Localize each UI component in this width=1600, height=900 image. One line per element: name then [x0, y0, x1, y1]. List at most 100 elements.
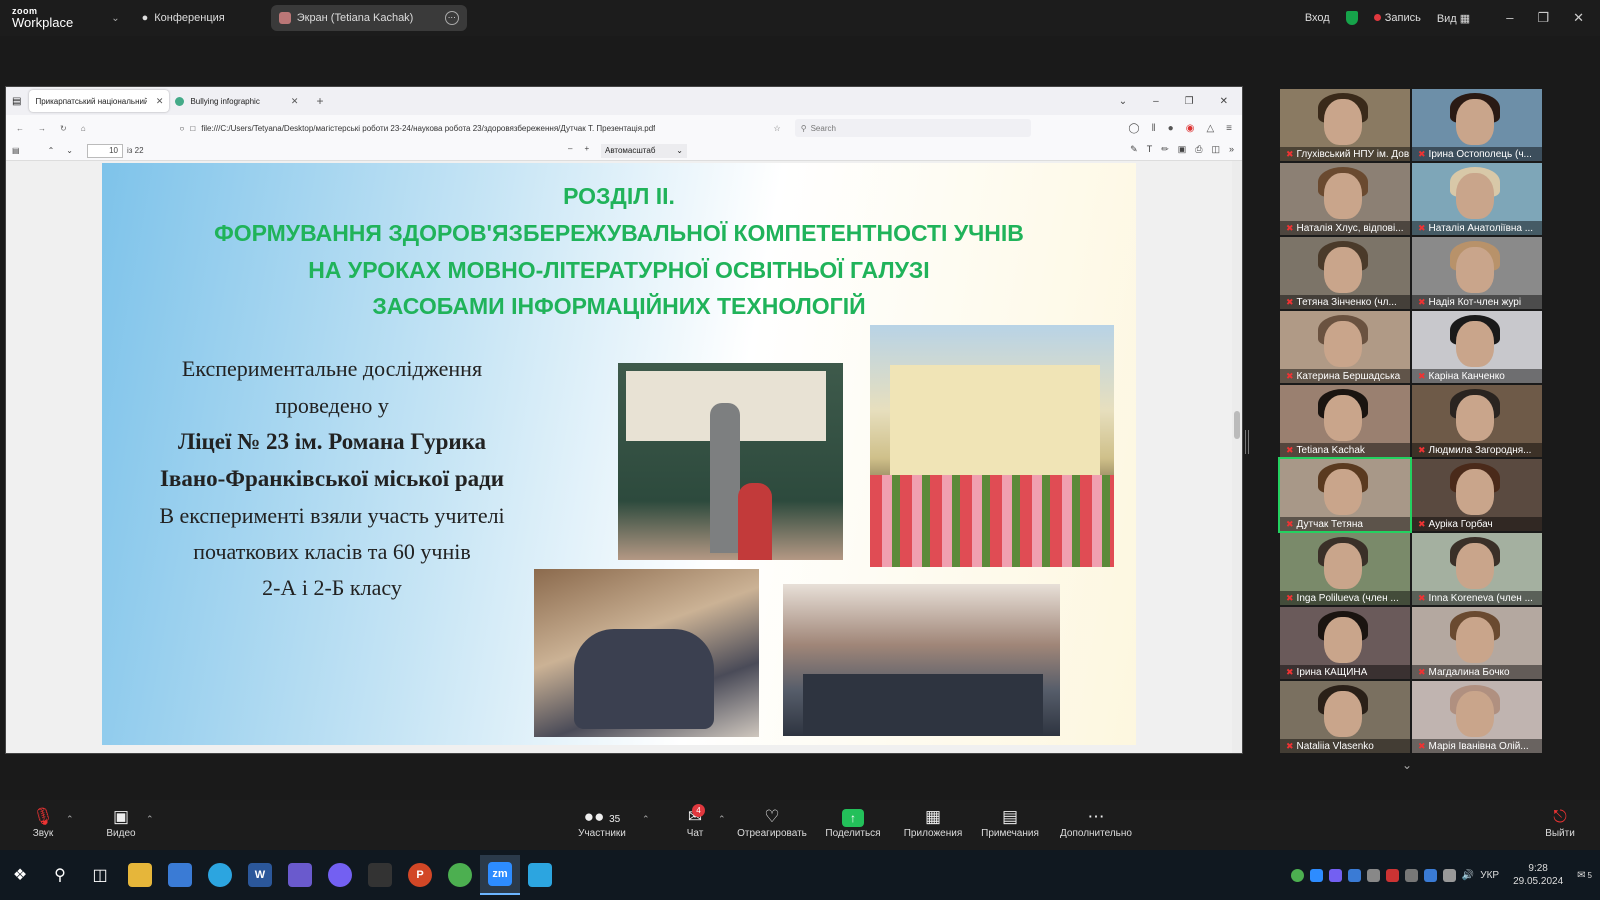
- share-screen-button[interactable]: ↑ Поделиться: [824, 806, 882, 839]
- back-icon[interactable]: ←: [16, 124, 24, 133]
- menu-icon[interactable]: ≡: [1226, 123, 1232, 134]
- tab-overflow-icon[interactable]: ⌄: [1119, 96, 1127, 107]
- participant-tile[interactable]: ✖ Катерина Бершадська: [1280, 311, 1410, 383]
- network-tray-icon[interactable]: [1404, 868, 1418, 882]
- notifications-icon[interactable]: ✉ 5: [1577, 870, 1592, 881]
- participant-tile[interactable]: ✖ Inga Polilueva (член ...: [1280, 533, 1410, 605]
- participant-tile[interactable]: ✖ Дутчак Тетяна: [1278, 457, 1412, 533]
- chevron-down-icon[interactable]: ⌄: [111, 13, 119, 24]
- language-indicator[interactable]: УКР: [1480, 870, 1499, 881]
- close-tab-icon[interactable]: ✕: [291, 96, 299, 107]
- view-button[interactable]: Вид ▦: [1437, 12, 1470, 25]
- chat-button[interactable]: ✉4 Чат: [680, 804, 710, 839]
- tab-list-icon[interactable]: ▤: [12, 96, 21, 107]
- highlight-icon[interactable]: ✎: [1130, 144, 1138, 155]
- participant-tile[interactable]: ✖ Надія Кот-член журі: [1412, 237, 1542, 309]
- viber-icon[interactable]: [320, 855, 360, 895]
- viewer-scrollbar[interactable]: [1232, 161, 1242, 753]
- new-tab-button[interactable]: +: [316, 94, 323, 108]
- participant-tile[interactable]: ✖ Людмила Загородня...: [1412, 385, 1542, 457]
- telegram-desktop-icon[interactable]: [520, 855, 560, 895]
- tab-pdf[interactable]: Прикарпатський національний ун ✕: [29, 90, 170, 112]
- zoom-tray-icon[interactable]: [1309, 868, 1323, 882]
- bookmark-star-icon[interactable]: ☆: [774, 124, 781, 133]
- folder-tray-icon[interactable]: [1366, 868, 1380, 882]
- signin-button[interactable]: Вход: [1305, 12, 1330, 24]
- participants-button[interactable]: ●● 35 Участники: [570, 806, 634, 839]
- app-tray-icon[interactable]: [1385, 868, 1399, 882]
- conference-button[interactable]: ● Конференция: [142, 12, 225, 24]
- shield-tray-icon[interactable]: [1347, 868, 1361, 882]
- chrome-tray-icon[interactable]: [1290, 868, 1304, 882]
- notes-button[interactable]: ▤ Примечания: [976, 806, 1044, 839]
- gallery-scroll-down-icon[interactable]: ⌄: [1402, 758, 1412, 772]
- restore-icon[interactable]: ❐: [1185, 96, 1194, 107]
- scroll-thumb[interactable]: [1234, 411, 1240, 439]
- pocket-icon[interactable]: ◯: [1128, 123, 1139, 134]
- security-shield-icon[interactable]: [1345, 11, 1358, 25]
- file-explorer-icon[interactable]: [120, 855, 160, 895]
- restore-icon[interactable]: ❐: [1537, 10, 1549, 26]
- next-page-icon[interactable]: ⌄: [66, 146, 73, 155]
- search-icon[interactable]: ⚲: [40, 855, 80, 895]
- zoom-in-icon[interactable]: +: [584, 144, 589, 153]
- video-button[interactable]: ▣ Видео: [104, 806, 138, 839]
- participant-tile[interactable]: ✖ Магдалина Бочко: [1412, 607, 1542, 679]
- print-icon[interactable]: ⎙: [1195, 144, 1202, 155]
- pdf-viewer[interactable]: РОЗДІЛ ІІ. ФОРМУВАННЯ ЗДОРОВ'ЯЗБЕРЕЖУВАЛ…: [6, 161, 1242, 753]
- word-icon[interactable]: W: [240, 855, 280, 895]
- screen-share-indicator[interactable]: Экран (Tetiana Kachak) ⋯: [270, 5, 467, 31]
- leave-button[interactable]: ⎋ Выйти: [1540, 806, 1580, 839]
- video-editor-icon[interactable]: [360, 855, 400, 895]
- vpn-icon[interactable]: [280, 855, 320, 895]
- more-icon[interactable]: ⋯: [444, 11, 459, 25]
- audio-button[interactable]: 🎙 Звук: [28, 806, 58, 839]
- participant-tile[interactable]: ✖ Tetiana Kachak: [1280, 385, 1410, 457]
- audio-options-icon[interactable]: ⌃: [66, 814, 74, 825]
- more-tools-icon[interactable]: »: [1229, 144, 1234, 155]
- close-icon[interactable]: ✕: [1573, 10, 1584, 26]
- participant-tile[interactable]: ✖ Ірина Остополець (ч...: [1412, 89, 1542, 161]
- forward-icon[interactable]: →: [38, 124, 46, 133]
- powerpoint-icon[interactable]: P: [400, 855, 440, 895]
- minimize-icon[interactable]: –: [1153, 96, 1159, 107]
- video-options-icon[interactable]: ⌃: [146, 814, 154, 825]
- participant-tile[interactable]: ✖ Тетяна Зінченко (чл...: [1280, 237, 1410, 309]
- participant-tile[interactable]: ✖ Марія Іванівна Олій...: [1412, 681, 1542, 753]
- home-icon[interactable]: ⌂: [81, 124, 86, 133]
- library-icon[interactable]: ‖: [1152, 123, 1156, 134]
- zoom-app-icon[interactable]: zm: [480, 855, 520, 895]
- participants-options-icon[interactable]: ⌃: [642, 814, 650, 825]
- participant-tile[interactable]: ✖ Nataliia Vlasenko: [1280, 681, 1410, 753]
- participant-tile[interactable]: ✖ Ірина КАЩИНА: [1280, 607, 1410, 679]
- participant-tile[interactable]: ✖ Наталія Хлус, відпові...: [1280, 163, 1410, 235]
- image-icon[interactable]: ▣: [1178, 144, 1187, 155]
- onedrive-tray-icon[interactable]: [1442, 868, 1456, 882]
- minimize-icon[interactable]: –: [1506, 10, 1513, 26]
- windows-start-icon[interactable]: ❖: [0, 855, 40, 895]
- tab-bullying-infographic[interactable]: Bullying infographic ✕: [169, 90, 304, 112]
- bluetooth-tray-icon[interactable]: [1423, 868, 1437, 882]
- close-icon[interactable]: ✕: [1220, 96, 1228, 107]
- address-bar[interactable]: ○ □ file:///C:/Users/Tetyana/Desktop/маг…: [180, 124, 760, 133]
- page-number-input[interactable]: 10: [86, 143, 123, 158]
- zoom-out-icon[interactable]: –: [568, 144, 572, 153]
- apps-button[interactable]: ▦ Приложения: [900, 806, 966, 839]
- sidebar-toggle-icon[interactable]: ▤: [12, 146, 20, 155]
- search-input[interactable]: ⚲ Search: [794, 119, 1031, 137]
- text-icon[interactable]: T: [1147, 144, 1153, 155]
- reload-icon[interactable]: ↻: [60, 124, 67, 133]
- recording-indicator[interactable]: Запись: [1373, 12, 1421, 24]
- previous-page-icon[interactable]: ⌃: [48, 146, 55, 155]
- addon-icon[interactable]: ◉: [1186, 123, 1195, 134]
- zoom-select[interactable]: Автомасштаб ⌄: [601, 144, 687, 158]
- viber-tray-icon[interactable]: [1328, 868, 1342, 882]
- clock[interactable]: 9:28 29.05.2024: [1513, 862, 1563, 888]
- react-button[interactable]: ♡ Отреагировать: [736, 806, 808, 839]
- extensions-icon[interactable]: △: [1206, 123, 1214, 134]
- panel-resize-handle[interactable]: [1245, 430, 1249, 454]
- more-button[interactable]: ⋯ Дополнительно: [1058, 806, 1134, 839]
- draw-icon[interactable]: ✏: [1161, 144, 1169, 155]
- participant-tile[interactable]: ✖ Глухівський НПУ ім. Дов...: [1280, 89, 1410, 161]
- task-view-icon[interactable]: ◫: [80, 855, 120, 895]
